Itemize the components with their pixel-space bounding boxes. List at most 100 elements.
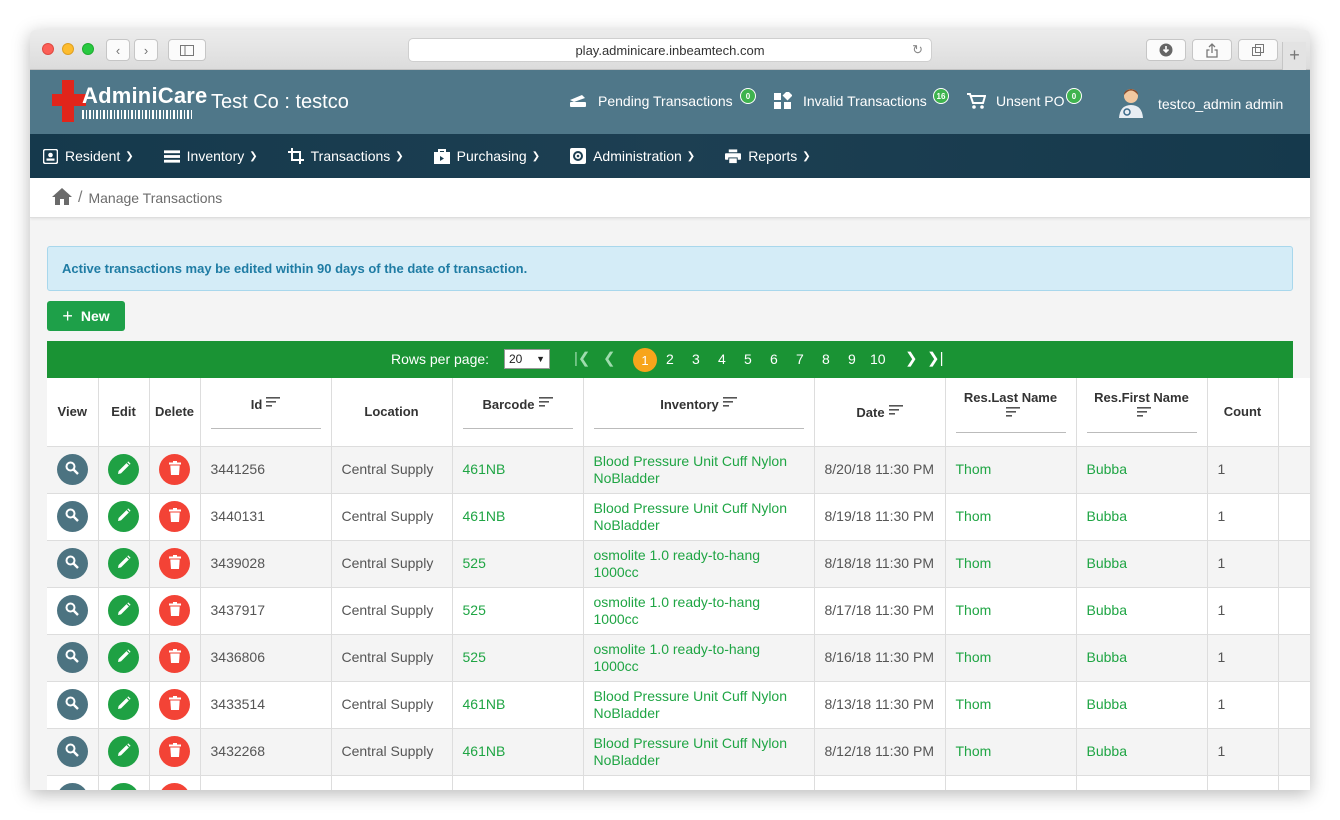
- rows-per-page-select[interactable]: 20 ▼: [504, 349, 550, 369]
- reload-icon[interactable]: ↻: [912, 42, 923, 58]
- page-3-button[interactable]: 3: [692, 351, 700, 367]
- inventory-filter-input[interactable]: [593, 427, 804, 429]
- address-bar[interactable]: play.adminicare.inbeamtech.com ↻: [408, 38, 932, 62]
- inventory-link[interactable]: osmolite 1.0 ready-to-hang 1000cc: [583, 634, 815, 682]
- view-button[interactable]: [56, 642, 88, 673]
- forward-button[interactable]: ›: [134, 39, 158, 61]
- col-header-barcode[interactable]: Barcode: [452, 378, 584, 447]
- page-10-button[interactable]: 10: [870, 351, 886, 367]
- next-page-icon[interactable]: ❯: [905, 349, 918, 367]
- last-name-link[interactable]: Thom: [945, 587, 1077, 635]
- edit-button[interactable]: [108, 548, 139, 579]
- barcode-link[interactable]: 525: [452, 587, 584, 635]
- edit-button[interactable]: [108, 689, 139, 720]
- nav-inventory[interactable]: Inventory ❯: [163, 148, 258, 164]
- sort-icon[interactable]: [1005, 405, 1020, 420]
- new-tab-button[interactable]: +: [1282, 42, 1306, 70]
- delete-button[interactable]: [159, 689, 190, 720]
- page-1-button[interactable]: 1: [633, 348, 657, 372]
- pending-transactions-link[interactable]: Pending Transactions 0: [568, 88, 756, 110]
- user-menu[interactable]: testco_admin admin: [1158, 96, 1283, 112]
- sort-icon[interactable]: [538, 395, 553, 410]
- page-4-button[interactable]: 4: [718, 351, 726, 367]
- col-header-date[interactable]: Date: [814, 378, 946, 447]
- first-page-icon[interactable]: |❮: [574, 349, 590, 367]
- first-name-link[interactable]: [1076, 775, 1208, 790]
- inventory-link[interactable]: osmolite 1.0 ready-to-hang 1000cc: [583, 587, 815, 635]
- first-name-link[interactable]: Bubba: [1076, 540, 1208, 588]
- nav-administration[interactable]: Administration ❯: [570, 148, 695, 164]
- last-name-link[interactable]: Thom: [945, 540, 1077, 588]
- nav-resident[interactable]: Resident ❯: [42, 148, 134, 164]
- last-name-link[interactable]: Thom: [945, 446, 1077, 494]
- sort-icon[interactable]: [888, 403, 903, 418]
- page-9-button[interactable]: 9: [848, 351, 856, 367]
- first-name-link[interactable]: Bubba: [1076, 493, 1208, 541]
- col-header-first-name[interactable]: Res.First Name: [1076, 378, 1208, 447]
- edit-button[interactable]: [108, 736, 139, 767]
- id-filter-input[interactable]: [210, 427, 321, 429]
- edit-button[interactable]: [108, 783, 139, 790]
- inventory-link[interactable]: Blood Pressure Unit Cuff Nylon NoBladder: [583, 728, 815, 776]
- barcode-link[interactable]: 461NB: [452, 493, 584, 541]
- view-button[interactable]: [56, 595, 88, 626]
- previous-page-icon[interactable]: ❮: [603, 349, 616, 367]
- page-8-button[interactable]: 8: [822, 351, 830, 367]
- col-header-inventory[interactable]: Inventory: [583, 378, 815, 447]
- view-button[interactable]: [56, 548, 88, 579]
- nav-transactions[interactable]: Transactions ❯: [287, 148, 404, 164]
- last-name-link[interactable]: [945, 775, 1077, 790]
- first-name-link[interactable]: Bubba: [1076, 587, 1208, 635]
- first-name-link[interactable]: Bubba: [1076, 728, 1208, 776]
- zoom-window-button[interactable]: [82, 43, 94, 55]
- first-name-filter-input[interactable]: [1086, 432, 1197, 434]
- inventory-link[interactable]: Blood Pressure Unit Cuff Nylon: [583, 775, 815, 790]
- view-button[interactable]: [56, 689, 88, 720]
- inventory-link[interactable]: Blood Pressure Unit Cuff Nylon NoBladder: [583, 446, 815, 494]
- home-icon[interactable]: [52, 187, 72, 208]
- view-button[interactable]: [56, 736, 88, 767]
- inventory-link[interactable]: Blood Pressure Unit Cuff Nylon NoBladder: [583, 493, 815, 541]
- share-button[interactable]: [1192, 39, 1232, 61]
- page-2-button[interactable]: 2: [666, 351, 674, 367]
- page-7-button[interactable]: 7: [796, 351, 804, 367]
- edit-button[interactable]: [108, 454, 139, 485]
- delete-button[interactable]: [159, 595, 190, 626]
- delete-button[interactable]: [159, 783, 190, 790]
- invalid-transactions-link[interactable]: Invalid Transactions 16: [773, 88, 949, 110]
- first-name-link[interactable]: Bubba: [1076, 446, 1208, 494]
- inventory-link[interactable]: Blood Pressure Unit Cuff Nylon NoBladder: [583, 681, 815, 729]
- close-window-button[interactable]: [42, 43, 54, 55]
- col-header-last-name[interactable]: Res.Last Name: [945, 378, 1077, 447]
- minimize-window-button[interactable]: [62, 43, 74, 55]
- barcode-link[interactable]: [452, 775, 584, 790]
- view-button[interactable]: [56, 783, 88, 790]
- last-name-link[interactable]: Thom: [945, 728, 1077, 776]
- sort-icon[interactable]: [1136, 405, 1151, 420]
- new-transaction-button[interactable]: + New: [47, 301, 125, 331]
- barcode-filter-input[interactable]: [462, 427, 573, 429]
- delete-button[interactable]: [159, 642, 190, 673]
- page-5-button[interactable]: 5: [744, 351, 752, 367]
- barcode-link[interactable]: 525: [452, 540, 584, 588]
- last-name-link[interactable]: Thom: [945, 681, 1077, 729]
- first-name-link[interactable]: Bubba: [1076, 634, 1208, 682]
- col-header-id[interactable]: Id: [200, 378, 332, 447]
- tabs-overview-button[interactable]: [1238, 39, 1278, 61]
- barcode-link[interactable]: 525: [452, 634, 584, 682]
- adminicare-logo[interactable]: AdminiCare: [52, 80, 207, 124]
- barcode-link[interactable]: 461NB: [452, 681, 584, 729]
- edit-button[interactable]: [108, 642, 139, 673]
- user-avatar[interactable]: [1118, 86, 1144, 118]
- back-button[interactable]: ‹: [106, 39, 130, 61]
- edit-button[interactable]: [108, 501, 139, 532]
- view-button[interactable]: [56, 454, 88, 485]
- last-name-link[interactable]: Thom: [945, 634, 1077, 682]
- downloads-button[interactable]: [1146, 39, 1186, 61]
- delete-button[interactable]: [159, 736, 190, 767]
- first-name-link[interactable]: Bubba: [1076, 681, 1208, 729]
- sidebar-toggle-button[interactable]: [168, 39, 206, 61]
- unsent-po-link[interactable]: Unsent PO 0: [966, 88, 1082, 110]
- last-page-icon[interactable]: ❯|: [927, 349, 943, 367]
- edit-button[interactable]: [108, 595, 139, 626]
